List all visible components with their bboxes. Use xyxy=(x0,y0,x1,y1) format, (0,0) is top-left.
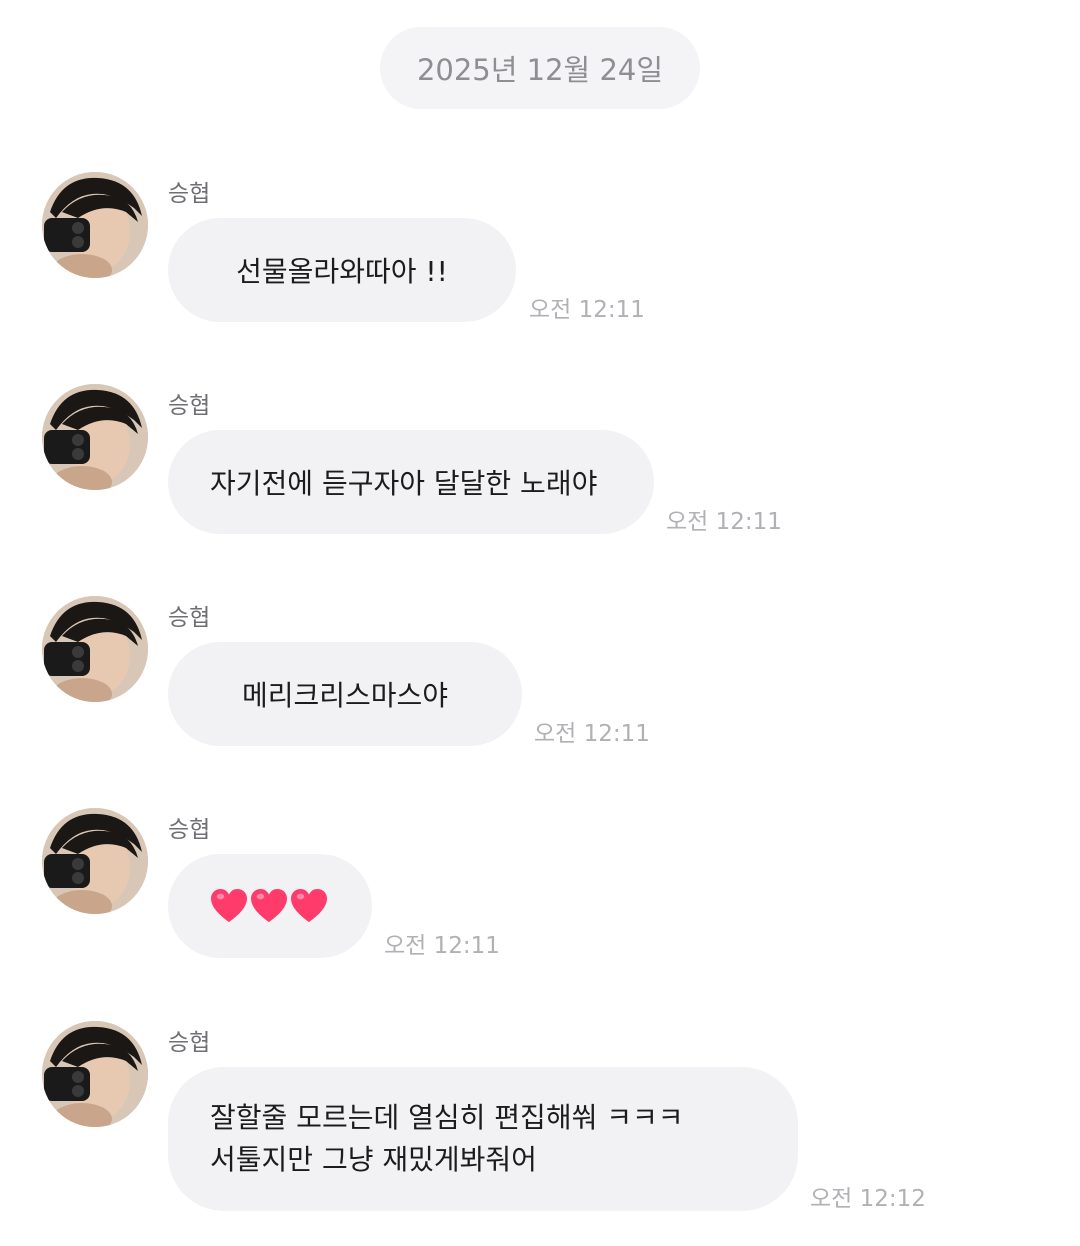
avatar-photo xyxy=(42,384,148,490)
avatar-photo xyxy=(42,1021,148,1127)
message-bubble[interactable]: 선물올라와따아 !! xyxy=(168,218,516,322)
sender-name: 승협 xyxy=(168,393,211,419)
message-text: 자기전에 듣구자아 달달한 노래야 xyxy=(210,467,598,500)
avatar[interactable] xyxy=(42,808,148,914)
message-bubble[interactable] xyxy=(168,854,372,958)
message-bubble[interactable]: 자기전에 듣구자아 달달한 노래야 xyxy=(168,430,654,534)
message-time: 오전 12:11 xyxy=(534,721,650,747)
sender-name: 승협 xyxy=(168,605,211,631)
avatar[interactable] xyxy=(42,596,148,702)
avatar[interactable] xyxy=(42,1021,148,1127)
message-text: 메리크리스마스야 xyxy=(241,679,449,712)
message-text: 잘할줄 모르는데 열심히 편집해쒀 ㅋㅋㅋ 서툴지만 그냥 재밌게봐줘어 xyxy=(210,1097,684,1181)
message-time: 오전 12:11 xyxy=(384,933,500,959)
emoji-hearts xyxy=(210,888,328,924)
message-bubble[interactable]: 메리크리스마스야 xyxy=(168,642,522,746)
sender-name: 승협 xyxy=(168,181,211,207)
sender-name: 승협 xyxy=(168,1030,211,1056)
message-time: 오전 12:11 xyxy=(666,509,782,535)
avatar[interactable] xyxy=(42,384,148,490)
avatar-photo xyxy=(42,596,148,702)
message-time: 오전 12:11 xyxy=(529,297,645,323)
heart-icon xyxy=(291,888,327,923)
message-text: 선물올라와따아 !! xyxy=(236,255,448,288)
message-line: 잘할줄 모르는데 열심히 편집해쒀 ㅋㅋㅋ xyxy=(210,1101,684,1134)
message-line: 서툴지만 그냥 재밌게봐줘어 xyxy=(210,1143,537,1176)
date-divider: 2025년 12월 24일 xyxy=(380,27,700,109)
heart-icon xyxy=(251,888,287,923)
message-bubble[interactable]: 잘할줄 모르는데 열심히 편집해쒀 ㅋㅋㅋ 서툴지만 그냥 재밌게봐줘어 xyxy=(168,1067,798,1211)
heart-icon xyxy=(211,888,247,923)
avatar[interactable] xyxy=(42,172,148,278)
sender-name: 승협 xyxy=(168,817,211,843)
avatar-photo xyxy=(42,808,148,914)
avatar-photo xyxy=(42,172,148,278)
message-time: 오전 12:12 xyxy=(810,1186,926,1212)
